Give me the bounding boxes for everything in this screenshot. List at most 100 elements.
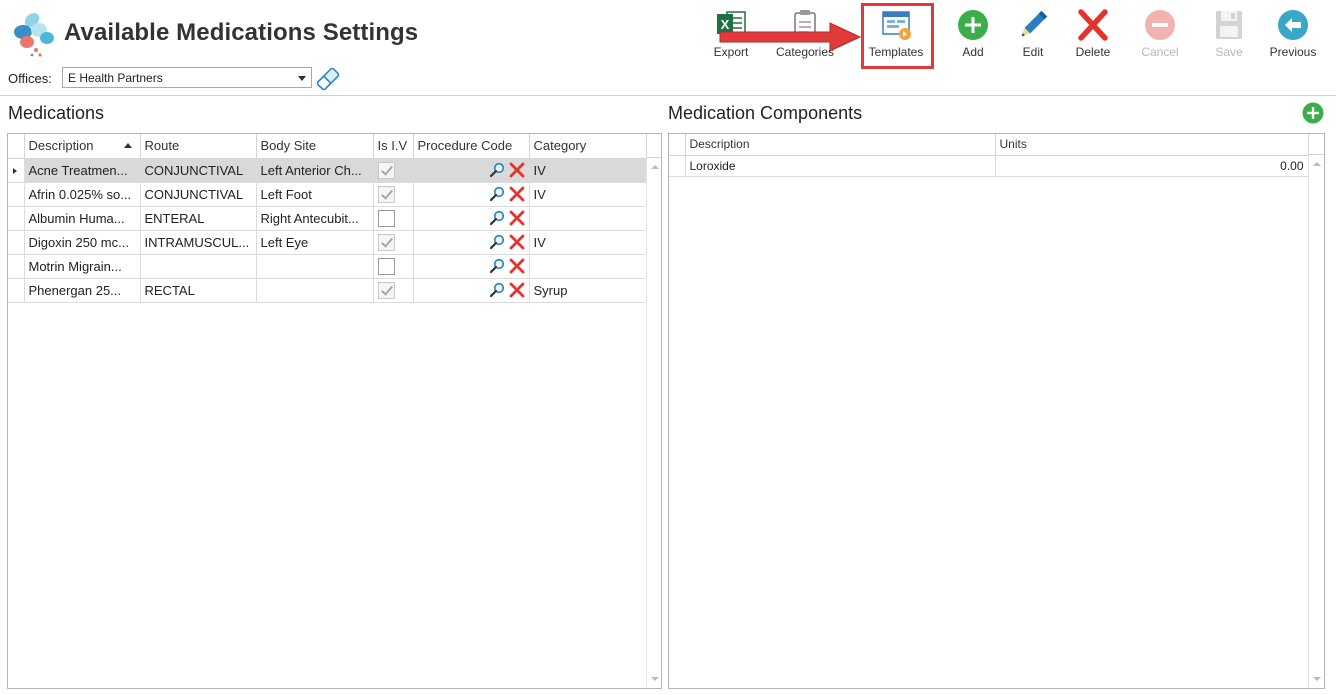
add-button[interactable]: Add	[943, 6, 1003, 68]
cell-route: RECTAL	[140, 278, 257, 303]
remove-x-icon[interactable]	[509, 234, 525, 250]
scroll-down-icon[interactable]	[651, 677, 659, 681]
previous-label: Previous	[1269, 45, 1317, 59]
cell-category: Syrup	[529, 278, 647, 303]
is-iv-checkbox[interactable]	[377, 233, 395, 251]
cell-category: IV	[529, 230, 647, 255]
office-select-value: E Health Partners	[68, 71, 163, 85]
medications-title: Medications	[8, 103, 105, 123]
table-row[interactable]: Albumin Huma... ENTERAL Right Antecubit...	[8, 206, 647, 231]
cell-procedure-code	[413, 206, 530, 231]
scroll-down-icon[interactable]	[1313, 677, 1321, 681]
remove-x-icon[interactable]	[509, 162, 525, 178]
cell-category	[529, 254, 647, 279]
add-component-icon[interactable]	[1302, 102, 1324, 124]
cell-is-iv	[373, 254, 414, 279]
is-iv-checkbox[interactable]	[377, 281, 395, 299]
table-row[interactable]: Loroxide 0.00	[669, 155, 1309, 177]
cancel-icon	[1145, 10, 1175, 40]
cell-description: Loroxide	[685, 155, 996, 177]
app-logo-icon	[14, 13, 54, 57]
medications-header-row: Description Route Body Site Is I.V Proce…	[8, 134, 647, 159]
cell-is-iv	[373, 206, 414, 231]
column-header-description[interactable]: Description	[24, 134, 141, 159]
current-row-icon	[13, 167, 17, 174]
scroll-up-icon[interactable]	[1313, 162, 1321, 166]
edit-button[interactable]: Edit	[1003, 6, 1063, 68]
remove-x-icon[interactable]	[509, 258, 525, 274]
header-corner	[1308, 134, 1324, 155]
row-indicator-cell	[8, 278, 25, 303]
office-select[interactable]: E Health Partners	[62, 67, 312, 88]
search-icon[interactable]	[489, 162, 505, 178]
search-icon[interactable]	[489, 258, 505, 274]
cell-category: IV	[529, 158, 647, 183]
cancel-label: Cancel	[1141, 45, 1179, 59]
delete-x-icon	[1078, 9, 1108, 41]
column-header-is-iv[interactable]: Is I.V	[373, 134, 414, 159]
column-header-category[interactable]: Category	[529, 134, 647, 159]
column-header-body-site[interactable]: Body Site	[256, 134, 374, 159]
sort-ascending-icon	[123, 143, 132, 148]
table-row[interactable]: Afrin 0.025% so... CONJUNCTIVAL Left Foot …	[8, 182, 647, 207]
add-label: Add	[962, 45, 984, 59]
cell-body-site: Left Foot	[256, 182, 374, 207]
cell-body-site	[256, 254, 374, 279]
column-header-units[interactable]: Units	[995, 134, 1309, 156]
search-icon[interactable]	[489, 210, 505, 226]
row-indicator-cell	[8, 206, 25, 231]
eraser-icon[interactable]	[315, 66, 341, 92]
cell-description: Digoxin 250 mc...	[24, 230, 141, 255]
medications-scrollbar[interactable]	[646, 158, 661, 688]
search-icon[interactable]	[489, 282, 505, 298]
cell-procedure-code	[413, 278, 530, 303]
remove-x-icon[interactable]	[509, 186, 525, 202]
cell-category: IV	[529, 182, 647, 207]
back-arrow-icon	[1278, 10, 1308, 40]
cell-is-iv	[373, 278, 414, 303]
save-label: Save	[1215, 45, 1243, 59]
table-row[interactable]: Motrin Migrain...	[8, 254, 647, 279]
cell-route: INTRAMUSCUL...	[140, 230, 257, 255]
is-iv-checkbox[interactable]	[377, 161, 395, 179]
is-iv-checkbox[interactable]	[377, 209, 395, 227]
is-iv-checkbox[interactable]	[377, 257, 395, 275]
table-row[interactable]: Phenergan 25... RECTAL Syrup	[8, 278, 647, 303]
cell-route: CONJUNCTIVAL	[140, 158, 257, 183]
scroll-up-icon[interactable]	[651, 165, 659, 169]
row-indicator-cell	[669, 155, 686, 177]
cell-procedure-code	[413, 158, 530, 183]
components-title: Medication Components	[668, 103, 863, 123]
components-scrollbar[interactable]	[1308, 155, 1324, 688]
row-indicator-cell	[8, 158, 25, 183]
cell-body-site: Right Antecubit...	[256, 206, 374, 231]
is-iv-checkbox[interactable]	[377, 185, 395, 203]
pencil-icon	[1021, 10, 1048, 37]
medications-grid: Description Route Body Site Is I.V Proce…	[7, 133, 662, 689]
table-row[interactable]: Acne Treatmen... CONJUNCTIVAL Left Anterio…	[8, 158, 647, 183]
cancel-button[interactable]: Cancel	[1130, 6, 1190, 68]
search-icon[interactable]	[489, 234, 505, 250]
header-corner	[646, 134, 661, 158]
cell-body-site: Left Anterior Ch...	[256, 158, 374, 183]
plus-circle-icon	[958, 10, 988, 40]
edit-label: Edit	[1022, 45, 1044, 59]
remove-x-icon[interactable]	[509, 210, 525, 226]
cell-procedure-code	[413, 182, 530, 207]
table-row[interactable]: Digoxin 250 mc... INTRAMUSCUL... Left Eye …	[8, 230, 647, 255]
column-header-description[interactable]: Description	[685, 134, 996, 156]
remove-x-icon[interactable]	[509, 282, 525, 298]
column-header-label: Description	[28, 138, 94, 154]
cell-description: Phenergan 25...	[24, 278, 141, 303]
column-header-route[interactable]: Route	[140, 134, 257, 159]
save-button[interactable]: Save	[1199, 6, 1259, 68]
row-header-corner	[669, 134, 686, 156]
previous-button[interactable]: Previous	[1263, 6, 1323, 68]
header: Available Medications Settings Offices: …	[0, 0, 1336, 96]
components-header-row: Description Units	[669, 134, 1309, 156]
red-arrow-icon	[719, 22, 862, 52]
column-header-procedure-code[interactable]: Procedure Code	[413, 134, 530, 159]
row-indicator-cell	[8, 182, 25, 207]
delete-button[interactable]: Delete	[1063, 6, 1123, 68]
search-icon[interactable]	[489, 186, 505, 202]
